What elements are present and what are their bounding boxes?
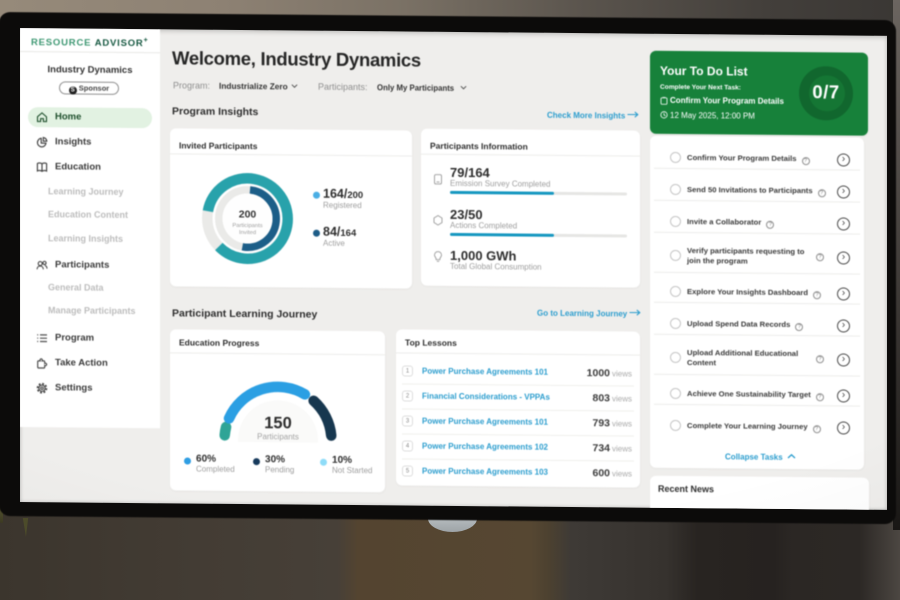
- svg-text:Participants: Participants: [232, 223, 262, 229]
- svg-text:Invited: Invited: [239, 230, 256, 236]
- svg-text:200: 200: [239, 208, 257, 220]
- svg-text:Participants: Participants: [257, 432, 299, 441]
- svg-text:150: 150: [264, 414, 292, 432]
